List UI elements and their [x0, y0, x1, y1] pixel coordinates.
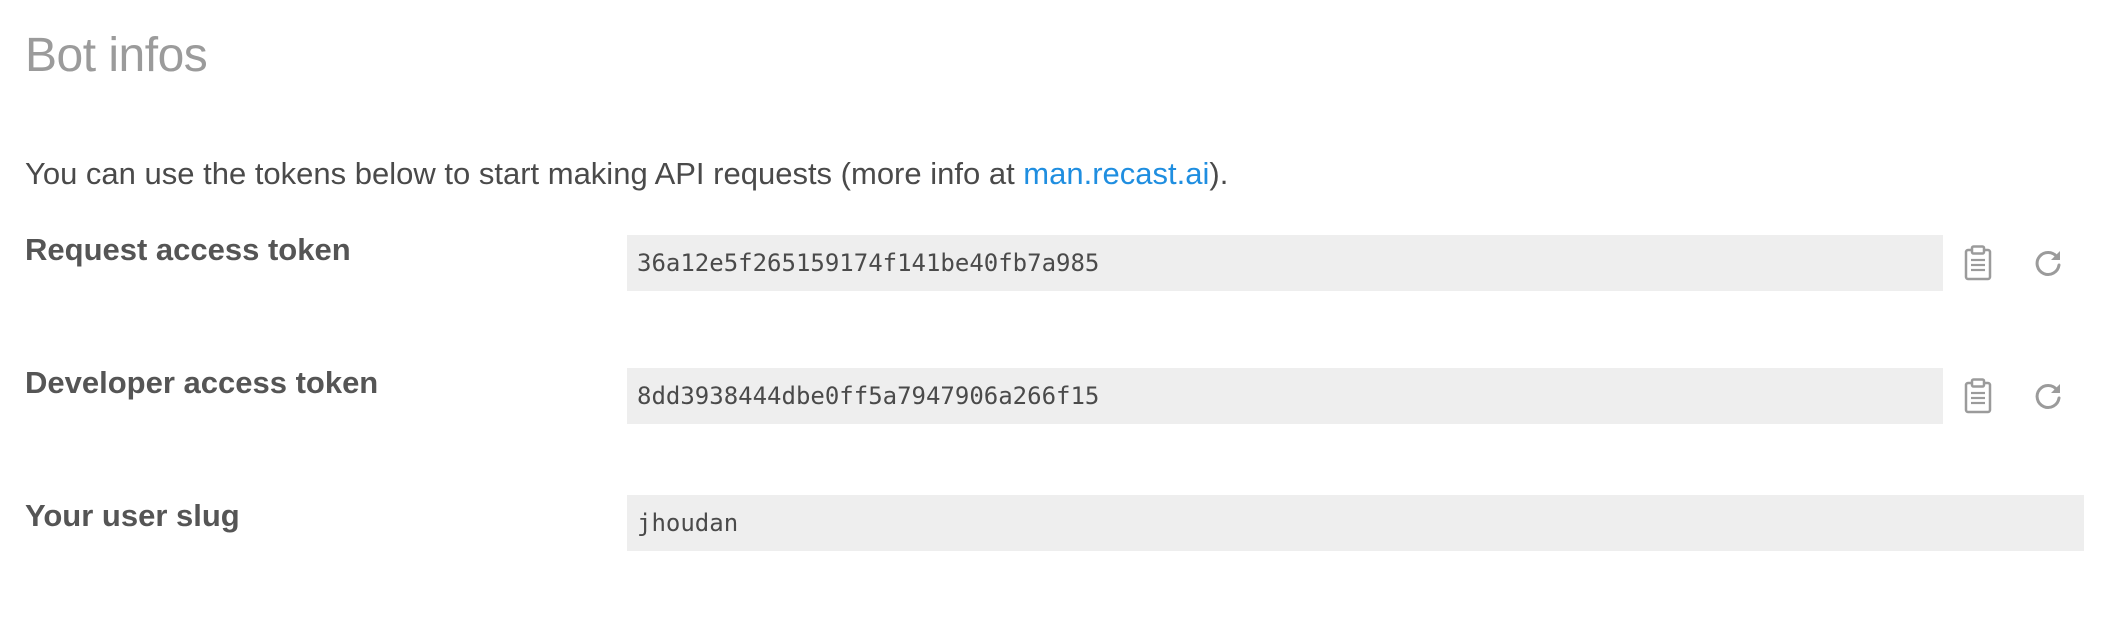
- page-title: Bot infos: [25, 29, 208, 82]
- clipboard-icon: [1964, 245, 1992, 281]
- request-token-field[interactable]: 36a12e5f265159174f141be40fb7a985: [627, 235, 1943, 291]
- intro-text-before: You can use the tokens below to start ma…: [25, 156, 1024, 191]
- request-token-copy-button[interactable]: [1958, 243, 1998, 283]
- user-slug-label: Your user slug: [25, 498, 240, 533]
- developer-token-label: Developer access token: [25, 365, 379, 400]
- request-token-refresh-button[interactable]: [2028, 243, 2068, 283]
- developer-token-field[interactable]: 8dd3938444dbe0ff5a7947906a266f15: [627, 368, 1943, 424]
- developer-token-refresh-button[interactable]: [2028, 376, 2068, 416]
- intro-text-after: ).: [1209, 156, 1229, 191]
- docs-link[interactable]: man.recast.ai: [1023, 156, 1209, 191]
- user-slug-field[interactable]: jhoudan: [627, 495, 2084, 551]
- request-token-label: Request access token: [25, 232, 351, 267]
- refresh-icon: [2035, 250, 2061, 276]
- refresh-icon: [2035, 383, 2061, 409]
- intro-text: You can use the tokens below to start ma…: [25, 152, 1228, 196]
- developer-token-copy-button[interactable]: [1958, 376, 1998, 416]
- clipboard-icon: [1964, 378, 1992, 414]
